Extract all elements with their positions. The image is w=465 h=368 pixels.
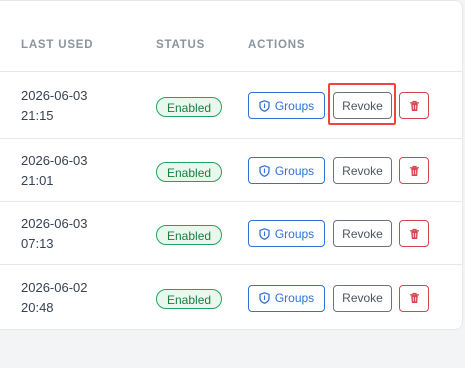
trash-icon bbox=[409, 228, 420, 240]
last-used-date: 2026-06-03 bbox=[21, 87, 88, 103]
table-row: 2026-06-02 20:48 Enabled Groups Revoke bbox=[0, 265, 462, 329]
status-badge: Enabled bbox=[156, 224, 223, 245]
groups-label: Groups bbox=[274, 98, 315, 113]
trash-icon bbox=[409, 100, 420, 112]
last-used-time: 07:13 bbox=[21, 235, 54, 251]
column-header-actions: ACTIONS bbox=[248, 39, 306, 51]
shield-icon bbox=[259, 227, 270, 240]
groups-button[interactable]: Groups bbox=[248, 220, 325, 247]
tokens-table-card: LAST USED STATUS ACTIONS 2026-06-03 21:1… bbox=[0, 0, 463, 330]
last-used-time: 20:48 bbox=[21, 300, 54, 315]
groups-button[interactable]: Groups bbox=[248, 157, 325, 184]
groups-label: Groups bbox=[274, 163, 315, 178]
column-header-last-used: LAST USED bbox=[21, 39, 94, 51]
shield-icon bbox=[259, 292, 270, 304]
delete-button[interactable] bbox=[399, 92, 429, 119]
last-used-date: 2026-06-03 bbox=[21, 152, 88, 168]
revoke-button[interactable]: Revoke bbox=[333, 284, 392, 312]
last-used-date: 2026-06-03 bbox=[21, 215, 88, 231]
table-row: 2026-06-03 21:15 Enabled Groups Revoke bbox=[0, 72, 462, 139]
revoke-button[interactable]: Revoke bbox=[333, 220, 392, 247]
last-used-time: 21:01 bbox=[21, 172, 54, 188]
status-badge: Enabled bbox=[156, 289, 223, 309]
trash-icon bbox=[409, 165, 420, 177]
last-used-datetime: 2026-06-03 07:13 bbox=[21, 214, 88, 254]
table-row: 2026-06-03 21:01 Enabled Groups Revoke bbox=[0, 139, 462, 202]
trash-icon bbox=[409, 292, 420, 304]
delete-button[interactable] bbox=[399, 220, 429, 247]
last-used-date: 2026-06-02 bbox=[21, 280, 88, 295]
shield-icon bbox=[259, 99, 270, 112]
revoke-button[interactable]: Revoke bbox=[333, 157, 392, 184]
groups-label: Groups bbox=[274, 291, 315, 305]
last-used-datetime: 2026-06-03 21:01 bbox=[21, 151, 88, 191]
delete-button[interactable] bbox=[399, 284, 429, 312]
last-used-datetime: 2026-06-03 21:15 bbox=[21, 86, 88, 126]
column-header-status: STATUS bbox=[156, 39, 206, 51]
revoke-button[interactable]: Revoke bbox=[333, 92, 392, 119]
delete-button[interactable] bbox=[399, 157, 429, 184]
status-badge: Enabled bbox=[156, 96, 223, 117]
groups-label: Groups bbox=[274, 226, 315, 241]
last-used-time: 21:15 bbox=[21, 107, 54, 123]
shield-icon bbox=[259, 164, 270, 177]
last-used-datetime: 2026-06-02 20:48 bbox=[21, 278, 88, 318]
status-badge: Enabled bbox=[156, 161, 223, 182]
groups-button[interactable]: Groups bbox=[248, 284, 325, 312]
groups-button[interactable]: Groups bbox=[248, 92, 325, 119]
table-row: 2026-06-03 07:13 Enabled Groups Revoke bbox=[0, 202, 462, 265]
table-header: LAST USED STATUS ACTIONS bbox=[0, 1, 462, 72]
